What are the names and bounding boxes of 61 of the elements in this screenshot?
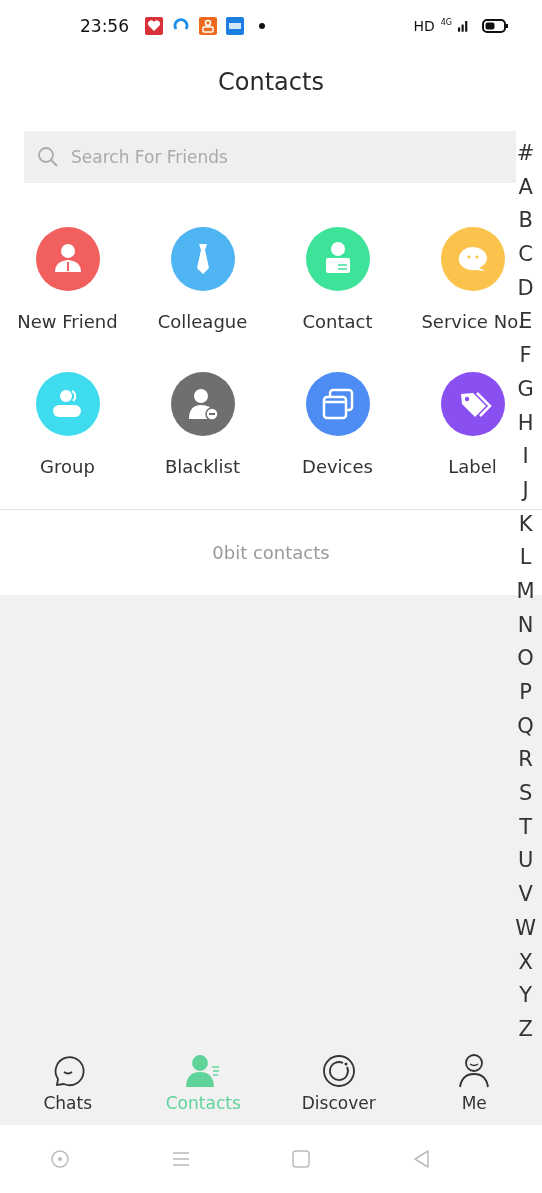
contacts-icon	[185, 1052, 222, 1089]
heart-app-icon	[145, 17, 163, 35]
group-icon[interactable]	[35, 372, 100, 436]
shortcut-label: Contact	[302, 311, 373, 332]
search-field[interactable]: Search For Friends	[24, 131, 516, 183]
home-button-icon[interactable]	[291, 1149, 312, 1169]
index-letter[interactable]: L	[519, 541, 532, 575]
index-letter[interactable]: V	[518, 878, 533, 912]
index-letter[interactable]: B	[518, 204, 533, 239]
assistant-button-icon[interactable]	[50, 1149, 71, 1169]
index-letter[interactable]: O	[517, 642, 534, 676]
contact-count: 0bit contacts	[212, 542, 330, 563]
index-letter[interactable]: I	[522, 440, 529, 474]
index-letter[interactable]: N	[517, 608, 534, 643]
shortcut-label: Label	[448, 456, 497, 477]
shortcut-label: New Friend	[17, 311, 118, 332]
index-letter[interactable]: P	[519, 676, 532, 710]
cellular-label: 4G	[440, 17, 452, 27]
people-app-icon	[199, 17, 217, 35]
shortcut-label: Devices	[302, 456, 373, 477]
shortcut-label: Group	[40, 456, 95, 477]
index-letter[interactable]: J	[522, 473, 529, 508]
network-label: HD	[413, 18, 435, 34]
nav-tab[interactable]: Discover	[271, 1040, 407, 1125]
shortcut-label: Colleague	[157, 311, 248, 332]
index-letter[interactable]: A	[518, 170, 533, 205]
index-letter[interactable]: X	[518, 945, 533, 980]
index-letter[interactable]: M	[516, 574, 535, 609]
menu-icon[interactable]	[170, 1149, 191, 1169]
index-letter[interactable]: R	[518, 743, 533, 778]
index-letter[interactable]: C	[518, 238, 533, 272]
service-icon[interactable]	[440, 227, 505, 291]
search-icon	[37, 146, 59, 168]
new-friend-icon[interactable]	[35, 227, 100, 291]
compass-icon	[320, 1052, 357, 1089]
index-letter[interactable]: D	[517, 271, 534, 306]
shortcut-label: Blacklist	[164, 456, 241, 477]
notification-dot-icon	[259, 23, 265, 29]
index-letter[interactable]: T	[519, 810, 533, 845]
battery-icon	[482, 19, 508, 33]
signal-icon	[458, 19, 468, 33]
index-letter[interactable]: Q	[517, 709, 534, 744]
tile-app-icon	[226, 17, 244, 35]
blacklist-icon[interactable]	[170, 372, 235, 436]
index-letter[interactable]: K	[518, 507, 533, 542]
index-letter[interactable]: U	[517, 844, 534, 879]
nav-tab[interactable]: Chats	[0, 1040, 136, 1125]
back-button-icon[interactable]	[411, 1149, 432, 1169]
index-letter[interactable]: W	[515, 911, 536, 946]
index-letter[interactable]: S	[518, 777, 533, 811]
devices-icon[interactable]	[305, 372, 370, 436]
index-letter[interactable]: Y	[519, 979, 533, 1013]
page-title: Contacts	[217, 67, 325, 98]
contact-icon[interactable]	[305, 227, 370, 291]
index-letter[interactable]: #	[516, 137, 535, 171]
label-icon[interactable]	[440, 372, 505, 436]
status-time: 23:56	[80, 16, 129, 36]
index-letter[interactable]: G	[517, 372, 534, 407]
index-letter[interactable]: F	[519, 339, 532, 373]
colleague-icon[interactable]	[170, 227, 235, 291]
index-letter[interactable]: H	[517, 406, 534, 441]
